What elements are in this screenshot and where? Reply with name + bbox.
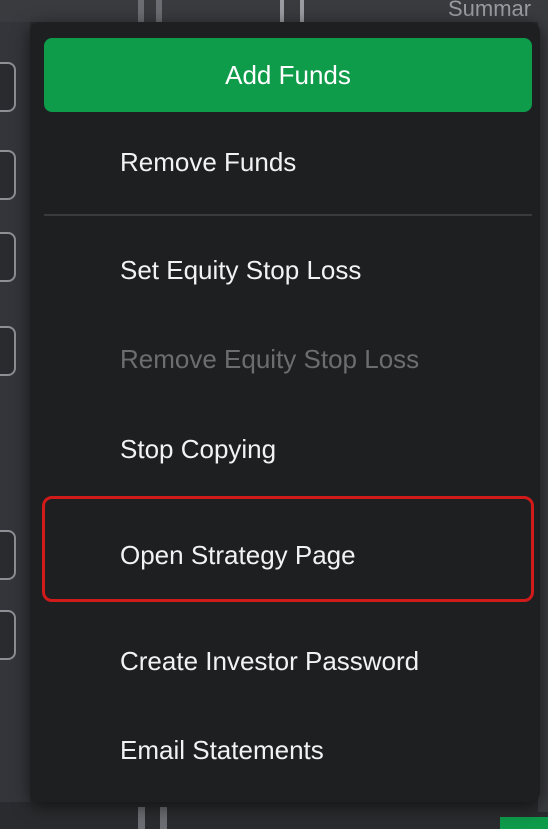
background-bar xyxy=(280,0,284,22)
menu-divider xyxy=(44,214,532,216)
background-bar xyxy=(138,0,144,22)
background-toggle xyxy=(0,610,16,660)
background-toggle xyxy=(0,150,16,200)
actions-dropdown-menu: Add Funds Remove Funds Set Equity Stop L… xyxy=(30,22,540,802)
background-toggle xyxy=(0,530,16,580)
menu-item-remove-funds[interactable]: Remove Funds xyxy=(120,137,296,187)
menu-item-remove-equity-stop-loss: Remove Equity Stop Loss xyxy=(120,344,420,374)
background-left-column xyxy=(0,22,30,802)
add-funds-button[interactable]: Add Funds xyxy=(44,38,532,112)
background-bar xyxy=(138,807,145,829)
menu-item-open-strategy-page[interactable]: Open Strategy Page xyxy=(120,530,356,580)
background-toggle xyxy=(0,326,16,376)
background-green-button xyxy=(500,817,548,829)
menu-item-stop-copying[interactable]: Stop Copying xyxy=(120,424,276,474)
menu-item-create-investor-password[interactable]: Create Investor Password xyxy=(120,636,419,686)
screen: Summar Add Funds Remove Funds Set Equity… xyxy=(0,0,548,829)
add-funds-label: Add Funds xyxy=(225,59,351,90)
background-bar xyxy=(160,807,167,829)
background-toggle xyxy=(0,62,16,112)
background-bar xyxy=(156,0,162,22)
menu-item-email-statements[interactable]: Email Statements xyxy=(120,725,324,775)
menu-item-set-equity-stop-loss[interactable]: Set Equity Stop Loss xyxy=(120,245,361,295)
background-bar xyxy=(300,0,304,22)
background-toggle xyxy=(0,232,16,282)
background-column-header: Summar xyxy=(448,0,532,21)
background-header: Summar xyxy=(0,0,548,22)
